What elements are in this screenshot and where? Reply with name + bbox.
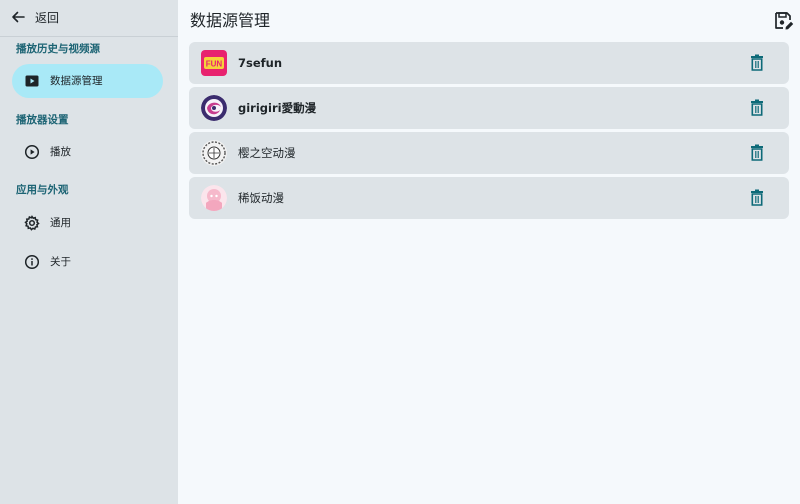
section-title-app-appearance: 应用与外观 — [16, 184, 69, 196]
sidebar-item-data-sources[interactable]: 数据源管理 — [12, 64, 163, 98]
trash-icon[interactable] — [749, 144, 765, 162]
source-avatar — [201, 185, 227, 211]
back-label: 返回 — [35, 11, 60, 25]
app-window: 返回 播放历史与视频源 数据源管理 播放器设置 播放 应用与外观 通用 关于 数… — [0, 0, 800, 504]
sidebar-item-label: 通用 — [50, 217, 71, 229]
sidebar-item-general[interactable]: 通用 — [12, 206, 163, 240]
play-circle-icon — [24, 144, 40, 160]
section-title-player-settings: 播放器设置 — [16, 114, 69, 126]
divider — [0, 36, 178, 37]
page-title: 数据源管理 — [190, 11, 271, 30]
trash-icon[interactable] — [749, 54, 765, 72]
arrow-left-icon — [10, 9, 26, 25]
source-name: 7sefun — [238, 56, 283, 70]
sidebar-item-label: 播放 — [50, 146, 71, 158]
svg-text:FUN: FUN — [206, 60, 223, 69]
section-title-history-sources: 播放历史与视频源 — [16, 43, 100, 55]
source-name: girigiri愛動漫 — [238, 101, 317, 115]
source-avatar — [201, 95, 227, 121]
play-box-icon — [24, 73, 40, 89]
main-content: 数据源管理 FUN 7sefun girigiri愛動漫 樱之空动漫 稀饭动漫 — [178, 0, 800, 504]
source-name: 稀饭动漫 — [238, 191, 284, 205]
source-name: 樱之空动漫 — [238, 146, 296, 160]
save-edit-icon — [773, 12, 795, 36]
sidebar-item-label: 关于 — [50, 256, 71, 268]
info-icon — [24, 254, 40, 270]
source-avatar — [201, 140, 227, 166]
source-item-sakura-sky[interactable]: 樱之空动漫 — [189, 132, 789, 174]
sidebar-item-playback[interactable]: 播放 — [12, 135, 163, 169]
source-item-girigiri[interactable]: girigiri愛動漫 — [189, 87, 789, 129]
back-button[interactable]: 返回 — [0, 0, 178, 36]
source-item-xifan[interactable]: 稀饭动漫 — [189, 177, 789, 219]
source-avatar: FUN — [201, 50, 227, 76]
trash-icon[interactable] — [749, 99, 765, 117]
source-item-7sefun[interactable]: FUN 7sefun — [189, 42, 789, 84]
source-list: FUN 7sefun girigiri愛動漫 樱之空动漫 稀饭动漫 — [189, 42, 789, 222]
sidebar-item-about[interactable]: 关于 — [12, 245, 163, 279]
trash-icon[interactable] — [749, 189, 765, 207]
sidebar-item-label: 数据源管理 — [50, 75, 103, 87]
gear-icon — [24, 215, 40, 231]
sidebar: 返回 播放历史与视频源 数据源管理 播放器设置 播放 应用与外观 通用 关于 — [0, 0, 178, 504]
save-edit-button[interactable] — [773, 10, 795, 32]
